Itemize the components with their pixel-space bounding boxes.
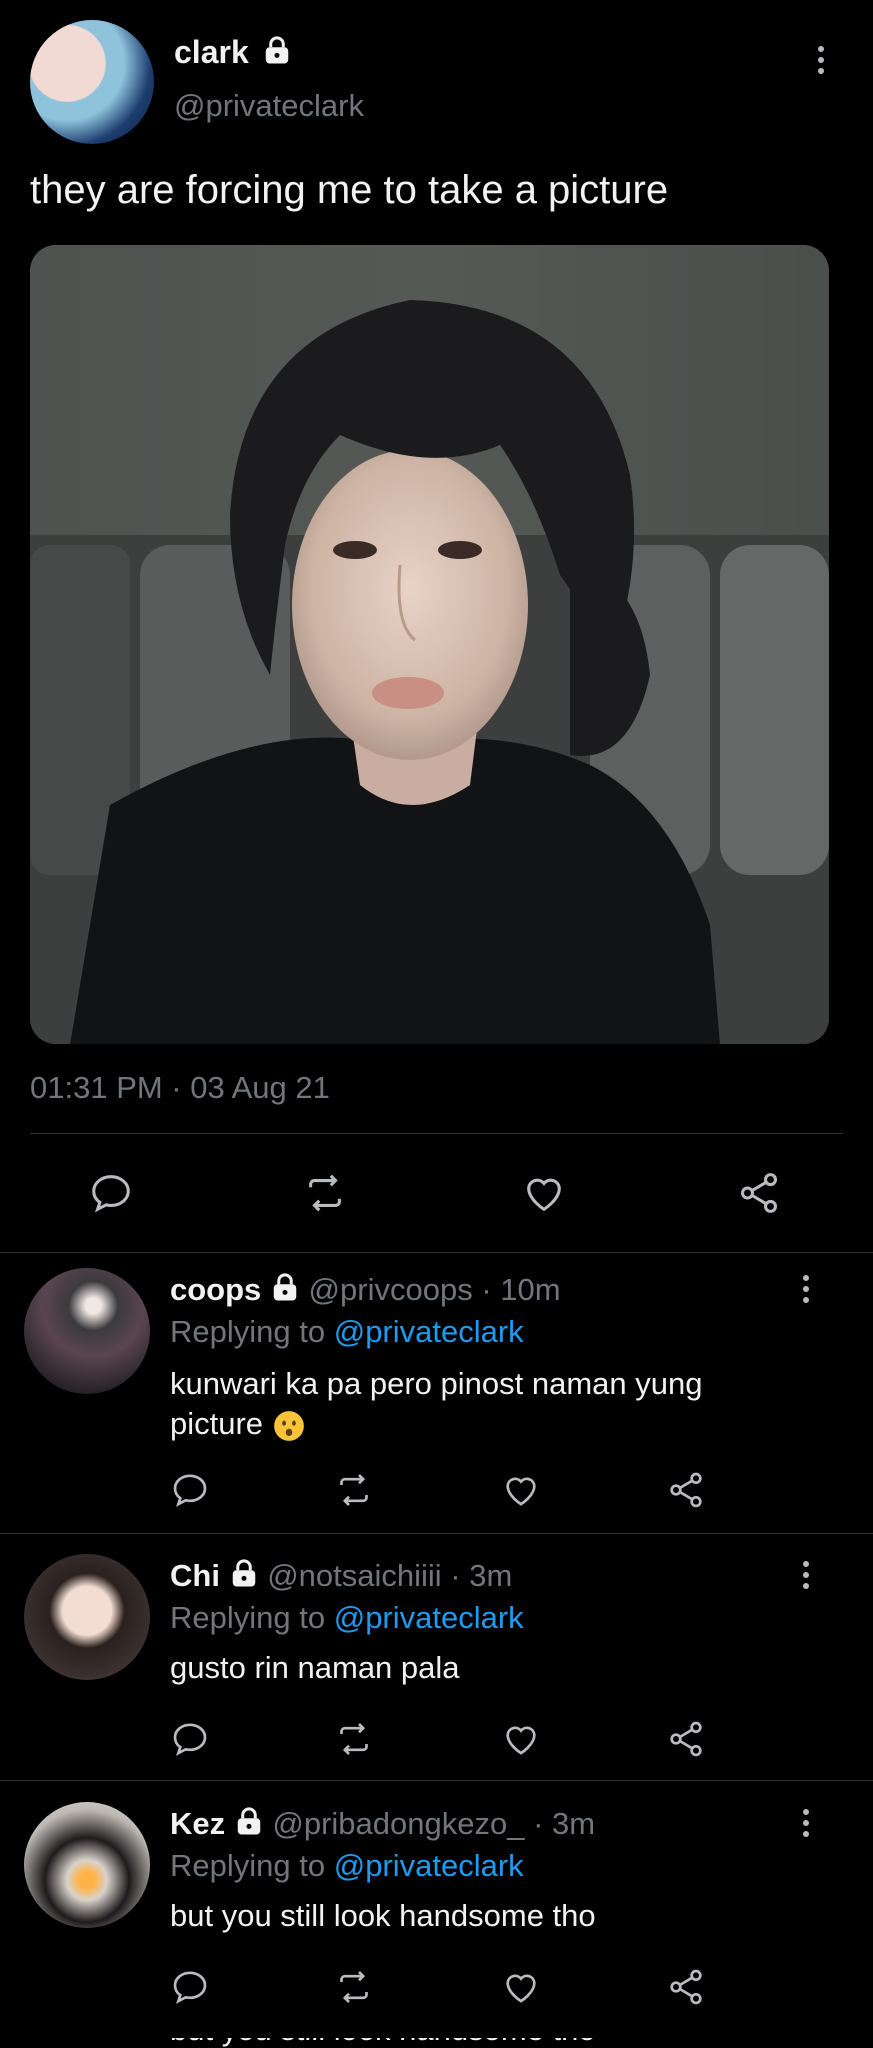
share-icon[interactable] xyxy=(666,1967,706,2007)
more-options-icon[interactable] xyxy=(817,46,825,79)
frowning-face-emoji-icon xyxy=(272,1409,306,1443)
reply-text-overflow: but you still look handsome tho xyxy=(170,2038,670,2048)
reply-icon[interactable] xyxy=(170,1470,210,1510)
like-icon[interactable] xyxy=(501,1967,541,2007)
reply-author-name[interactable]: Kez xyxy=(170,1806,225,1841)
reply-header: Chi @notsaichiiii · 3m xyxy=(170,1558,512,1597)
author-handle[interactable]: @privateclark xyxy=(174,88,364,124)
replying-to: Replying to @privateclark xyxy=(170,1848,524,1884)
author-name-text: clark xyxy=(174,34,249,70)
reply-text-line: kunwari ka pa pero pinost naman yung xyxy=(170,1366,703,1401)
like-icon[interactable] xyxy=(521,1170,567,1216)
like-icon[interactable] xyxy=(501,1719,541,1759)
lock-icon xyxy=(234,1807,264,1845)
reply-author-name[interactable]: coops xyxy=(170,1272,261,1307)
more-options-icon[interactable] xyxy=(802,1561,810,1594)
replying-to-label: Replying to xyxy=(170,1314,326,1349)
divider xyxy=(0,1780,873,1781)
replying-to-link[interactable]: @privateclark xyxy=(334,1848,524,1883)
reply-avatar[interactable] xyxy=(24,1802,150,1928)
next-reply-overflow: but you still look handsome tho xyxy=(170,2038,670,2048)
replying-to-label: Replying to xyxy=(170,1600,326,1635)
reply-avatar[interactable] xyxy=(24,1268,150,1394)
reply-avatar[interactable] xyxy=(24,1554,150,1680)
lock-icon xyxy=(262,35,292,74)
share-icon[interactable] xyxy=(666,1719,706,1759)
tweet-photo[interactable] xyxy=(30,245,829,1044)
retweet-icon[interactable] xyxy=(334,1470,374,1510)
tweet-text: they are forcing me to take a picture xyxy=(30,168,669,212)
author-name[interactable]: clark xyxy=(174,34,292,74)
retweet-icon[interactable] xyxy=(334,1719,374,1759)
divider xyxy=(0,1533,873,1534)
reply-header: coops @privcoops · 10m xyxy=(170,1272,561,1311)
reply-icon[interactable] xyxy=(88,1170,134,1216)
replying-to-link[interactable]: @privateclark xyxy=(334,1314,524,1349)
reply-time: · 3m xyxy=(533,1806,596,1841)
share-icon[interactable] xyxy=(666,1470,706,1510)
replying-to-link[interactable]: @privateclark xyxy=(334,1600,524,1635)
reply-text: kunwari ka pa pero pinost naman yung pic… xyxy=(170,1364,703,1444)
reply-author-handle[interactable]: @notsaichiiii xyxy=(267,1558,441,1593)
reply-author-handle[interactable]: @pribadongkezo_ xyxy=(272,1806,524,1841)
reply-author-handle[interactable]: @privcoops xyxy=(309,1272,473,1307)
share-icon[interactable] xyxy=(736,1170,782,1216)
reply-time: · 10m xyxy=(481,1272,561,1307)
lock-icon xyxy=(229,1559,259,1597)
replying-to-label: Replying to xyxy=(170,1848,326,1883)
reply-text: but you still look handsome tho xyxy=(170,1898,596,1933)
divider xyxy=(30,1133,843,1134)
reply-author-name[interactable]: Chi xyxy=(170,1558,220,1593)
retweet-icon[interactable] xyxy=(302,1170,348,1216)
reply-icon[interactable] xyxy=(170,1719,210,1759)
reply-header: Kez @pribadongkezo_ · 3m xyxy=(170,1806,595,1845)
reply-text-line: picture xyxy=(170,1406,264,1441)
reply-text: gusto rin naman pala xyxy=(170,1650,460,1685)
retweet-icon[interactable] xyxy=(334,1967,374,2007)
reply-time: · 3m xyxy=(450,1558,513,1593)
divider xyxy=(0,1252,873,1253)
more-options-icon[interactable] xyxy=(802,1809,810,1842)
lock-icon xyxy=(270,1273,300,1311)
more-options-icon[interactable] xyxy=(802,1275,810,1308)
replying-to: Replying to @privateclark xyxy=(170,1314,524,1350)
tweet-timestamp: 01:31 PM · 03 Aug 21 xyxy=(30,1070,330,1105)
reply-icon[interactable] xyxy=(170,1967,210,2007)
replying-to: Replying to @privateclark xyxy=(170,1600,524,1636)
like-icon[interactable] xyxy=(501,1470,541,1510)
author-avatar[interactable] xyxy=(30,20,154,144)
